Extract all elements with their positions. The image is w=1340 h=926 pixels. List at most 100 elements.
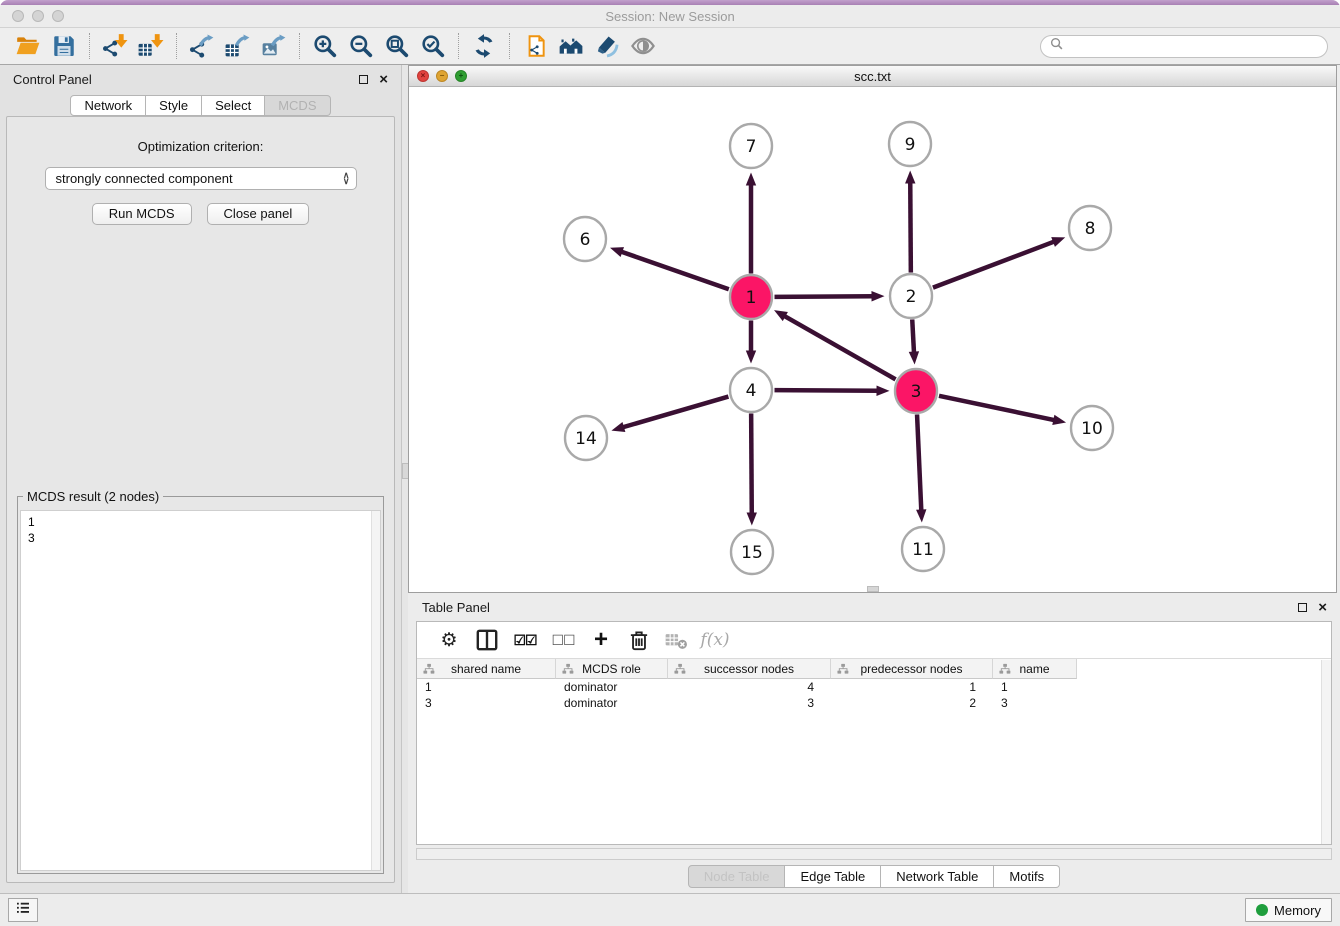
split-panel-icon[interactable] — [468, 625, 506, 655]
arrowhead-icon — [1051, 237, 1065, 247]
tab-network-table[interactable]: Network Table — [881, 865, 994, 888]
select-all-icon[interactable]: ☑☑ — [506, 625, 544, 655]
criterion-dropdown[interactable]: strongly connected component ∧∨ — [45, 167, 357, 190]
table-row[interactable]: 3dominator323 — [417, 695, 1331, 711]
import-network-icon[interactable] — [97, 31, 133, 61]
tab-motifs[interactable]: Motifs — [994, 865, 1060, 888]
close-panel-icon[interactable]: × — [379, 72, 388, 87]
table-cell[interactable]: 1 — [993, 679, 1077, 695]
result-line: 1 — [28, 514, 380, 530]
edge-3-10[interactable] — [939, 396, 1055, 420]
tab-mcds[interactable]: MCDS — [265, 95, 330, 116]
table-cell[interactable]: 3 — [417, 695, 556, 711]
table-close-panel-icon[interactable]: × — [1318, 600, 1327, 615]
settings-icon[interactable]: ⚙ — [430, 625, 468, 655]
save-session-icon[interactable] — [46, 31, 82, 61]
zoom-window-icon[interactable] — [52, 10, 64, 22]
tab-style[interactable]: Style — [146, 95, 202, 116]
run-mcds-button[interactable]: Run MCDS — [92, 203, 192, 225]
home-icon[interactable] — [553, 31, 589, 61]
export-table-icon[interactable] — [220, 31, 256, 61]
search-field[interactable] — [1040, 35, 1328, 58]
zoom-selected-icon[interactable] — [415, 31, 451, 61]
tab-node-table[interactable]: Node Table — [688, 865, 786, 888]
hierarchy-icon — [423, 663, 435, 678]
network-maximize-icon[interactable]: + — [455, 70, 467, 82]
open-session-icon[interactable] — [10, 31, 46, 61]
table-scrollbar[interactable] — [1321, 660, 1331, 844]
network-bottom-grip[interactable] — [867, 586, 879, 592]
wipe-style-icon[interactable] — [589, 31, 625, 61]
zoom-fit-icon[interactable] — [379, 31, 415, 61]
column-header-name[interactable]: name — [993, 659, 1077, 679]
node-label: 9 — [905, 135, 916, 155]
close-panel-button[interactable]: Close panel — [207, 203, 310, 225]
task-history-button[interactable] — [8, 898, 38, 922]
tab-network[interactable]: Network — [70, 95, 146, 116]
memory-button[interactable]: Memory — [1245, 898, 1332, 922]
zoom-out-icon[interactable] — [343, 31, 379, 61]
edge-4-15[interactable] — [751, 413, 752, 514]
column-header-shared-name[interactable]: shared name — [417, 659, 556, 679]
table-row[interactable]: 1dominator411 — [417, 679, 1331, 695]
titlebar[interactable]: Session: New Session — [0, 5, 1340, 27]
stepper-icon: ∧∨ — [343, 173, 350, 184]
node-label: 1 — [746, 288, 757, 308]
deselect-all-icon[interactable]: ☐☐ — [544, 625, 582, 655]
search-input[interactable] — [1068, 39, 1318, 53]
search-icon — [1050, 37, 1063, 55]
delete-icon[interactable] — [620, 625, 658, 655]
edge-1-2[interactable] — [774, 296, 873, 297]
result-scrollbar[interactable] — [371, 511, 380, 870]
edge-4-3[interactable] — [774, 390, 878, 391]
table-cell[interactable]: 3 — [993, 695, 1077, 711]
add-icon[interactable]: + — [582, 625, 620, 655]
minimize-window-icon[interactable] — [32, 10, 44, 22]
float-panel-icon[interactable] — [359, 75, 368, 84]
table-cell[interactable]: dominator — [556, 695, 668, 711]
network-view-window: × − + scc.txt 7968124314101511 — [408, 65, 1337, 593]
copy-network-icon[interactable] — [517, 31, 553, 61]
edge-3-1[interactable] — [784, 316, 896, 380]
delete-table-icon[interactable] — [658, 625, 696, 655]
column-header-predecessor-nodes[interactable]: predecessor nodes — [831, 659, 993, 679]
edge-2-9[interactable] — [910, 181, 911, 272]
export-image-icon[interactable] — [256, 31, 292, 61]
tab-select[interactable]: Select — [202, 95, 265, 116]
control-panel-tabs: NetworkStyleSelectMCDS — [0, 95, 401, 116]
table-cell[interactable]: dominator — [556, 679, 668, 695]
import-table-icon[interactable] — [133, 31, 169, 61]
network-close-icon[interactable]: × — [417, 70, 429, 82]
table-cell[interactable]: 2 — [831, 695, 993, 711]
arrowhead-icon — [746, 351, 756, 364]
show-hide-icon[interactable] — [625, 31, 661, 61]
panel-splitter[interactable] — [401, 65, 408, 893]
table-cell[interactable]: 4 — [668, 679, 831, 695]
edge-2-8[interactable] — [933, 241, 1055, 287]
export-network-icon[interactable] — [184, 31, 220, 61]
table-cell[interactable]: 1 — [831, 679, 993, 695]
network-graph[interactable]: 7968124314101511 — [409, 87, 1336, 592]
edge-1-6[interactable] — [620, 251, 728, 289]
zoom-in-icon[interactable] — [307, 31, 343, 61]
column-label: shared name — [451, 662, 521, 676]
network-window-title: scc.txt — [409, 69, 1336, 84]
table-horizontal-scrollbar[interactable] — [416, 848, 1332, 860]
edge-4-14[interactable] — [622, 397, 728, 428]
network-minimize-icon[interactable]: − — [436, 70, 448, 82]
close-window-icon[interactable] — [12, 10, 24, 22]
network-window-titlebar[interactable]: × − + scc.txt — [409, 66, 1336, 87]
function-builder-icon[interactable]: f(x) — [696, 625, 734, 655]
node-table: ⚙ ☑☑☐☐+ f(x) shared name MCDS rolesuccessor… — [416, 621, 1332, 845]
mcds-result-textarea[interactable]: 13 — [20, 510, 381, 871]
column-header-successor-nodes[interactable]: successor nodes — [668, 659, 831, 679]
tab-edge-table[interactable]: Edge Table — [785, 865, 881, 888]
edge-2-3[interactable] — [912, 319, 914, 353]
edge-3-11[interactable] — [917, 414, 921, 511]
refresh-icon[interactable] — [466, 31, 502, 61]
column-header-MCDS-role[interactable]: MCDS role — [556, 659, 668, 679]
table-float-panel-icon[interactable] — [1298, 603, 1307, 612]
network-canvas[interactable]: 7968124314101511 — [409, 87, 1336, 592]
table-cell[interactable]: 3 — [668, 695, 831, 711]
table-cell[interactable]: 1 — [417, 679, 556, 695]
